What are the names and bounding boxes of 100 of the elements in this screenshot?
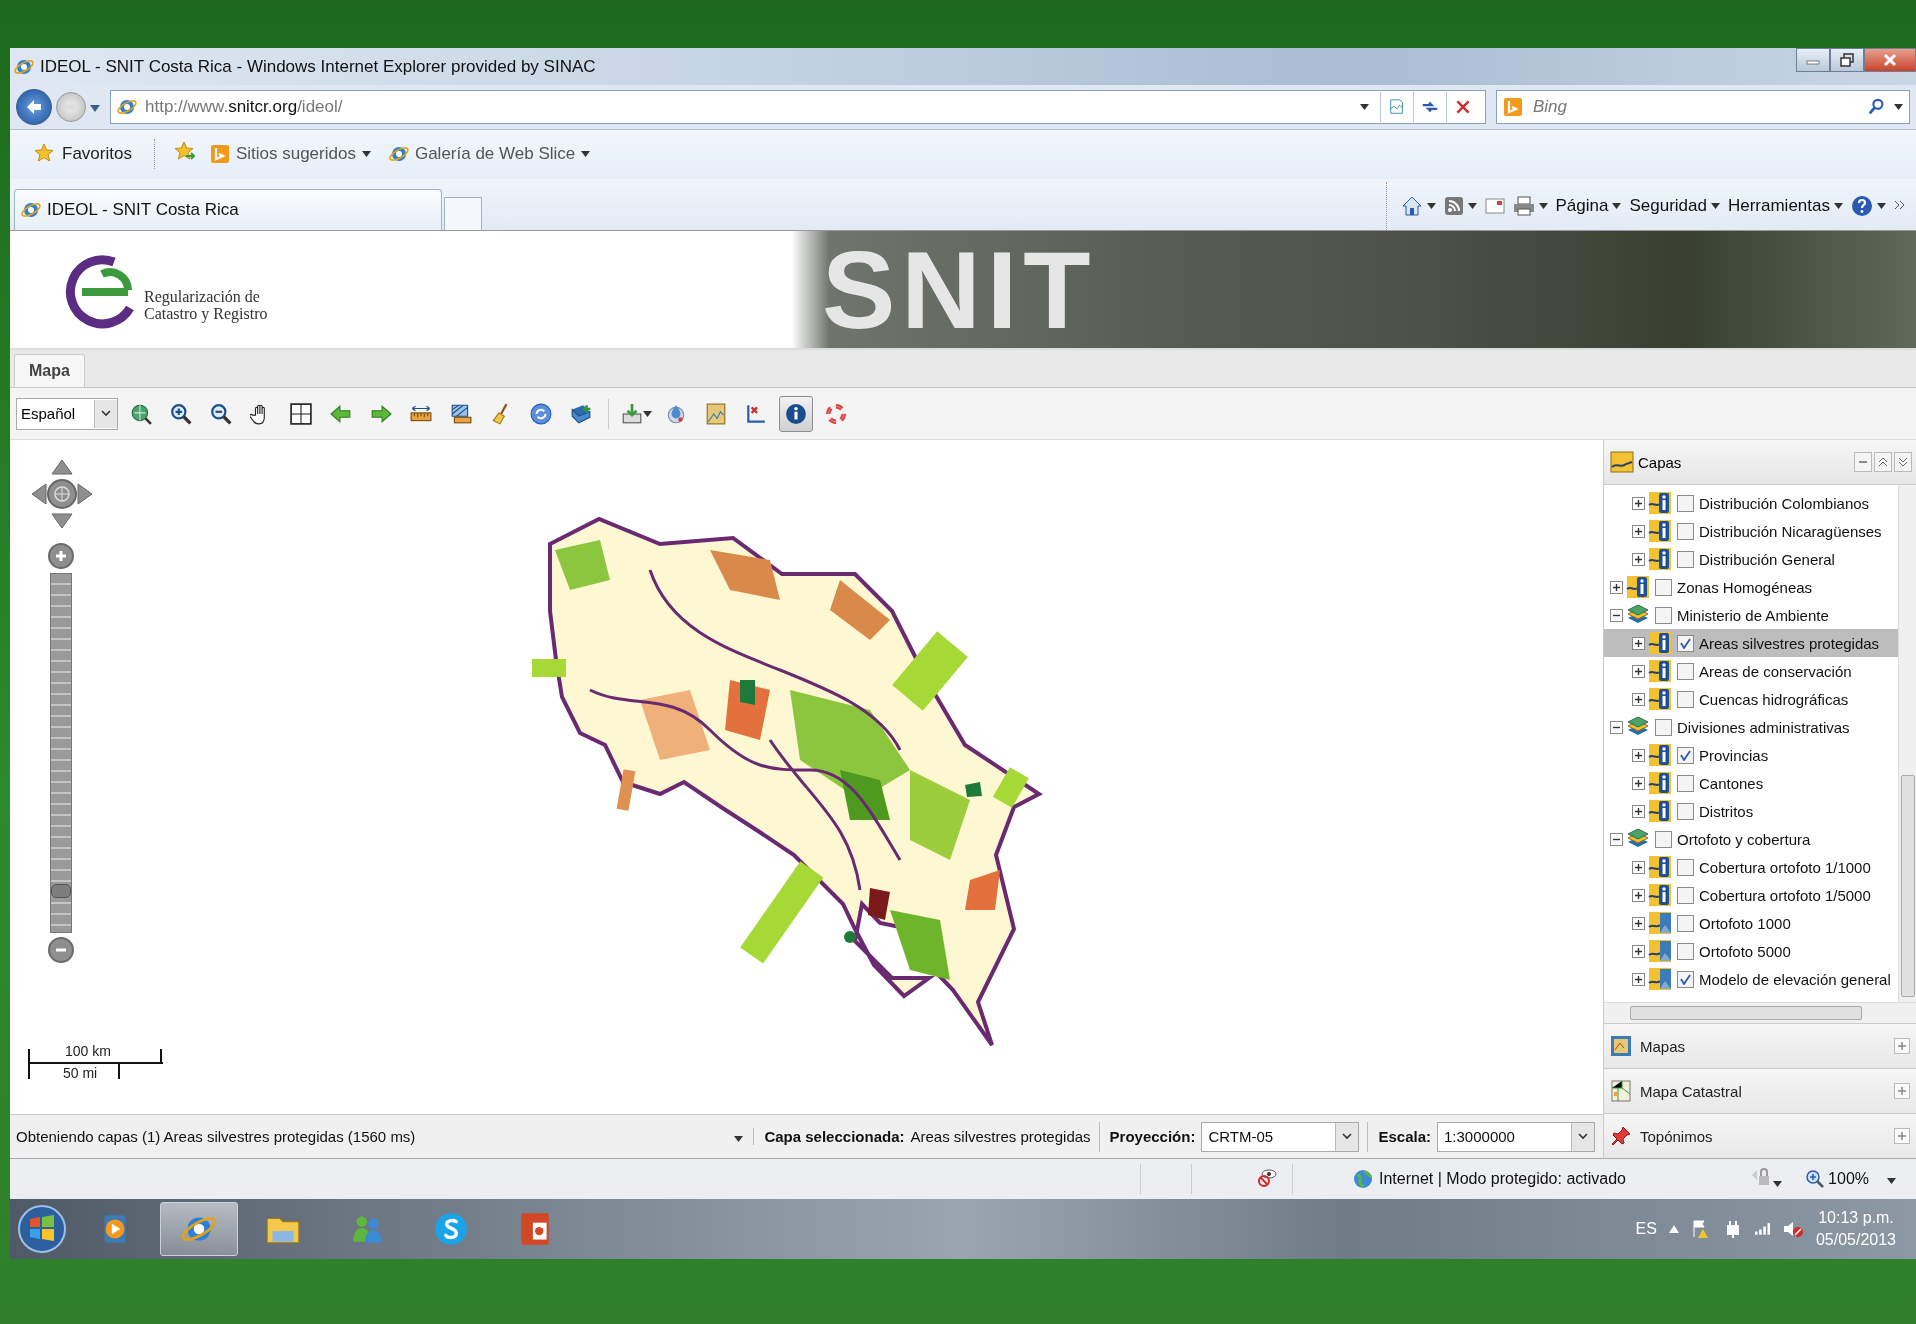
checkbox[interactable] <box>1677 662 1694 680</box>
layer-row[interactable]: Zonas Homogéneas <box>1604 573 1898 602</box>
layer-row[interactable]: Divisiones administrativas <box>1604 713 1898 742</box>
language-indicator[interactable]: ES <box>1635 1219 1657 1238</box>
tool-button[interactable] <box>779 395 813 432</box>
maximize-button[interactable] <box>1830 48 1864 72</box>
layer-row[interactable]: Ortofoto 5000 <box>1604 937 1898 966</box>
layer-row[interactable]: Ministerio de Ambiente <box>1604 601 1898 630</box>
checkbox[interactable] <box>1677 914 1694 932</box>
layer-row[interactable]: Distribución Nicaragüenses <box>1604 517 1898 546</box>
scrollbar-thumb[interactable] <box>1630 1006 1862 1021</box>
layer-row[interactable]: Ortofoto 1000 <box>1604 909 1898 938</box>
scale-select[interactable]: 1:3000000 <box>1437 1121 1595 1152</box>
expand-toggle[interactable] <box>1610 580 1623 594</box>
expand-toggle[interactable] <box>1632 524 1645 538</box>
checkbox[interactable] <box>1677 886 1694 904</box>
checkbox[interactable] <box>1677 858 1694 876</box>
expand-toggle[interactable] <box>1632 776 1645 790</box>
checkbox[interactable] <box>1677 690 1694 708</box>
collapse-button[interactable] <box>1854 452 1872 473</box>
expand-toggle[interactable] <box>1632 944 1645 958</box>
layer-row[interactable]: Distribución General <box>1604 545 1898 574</box>
zoom-out-button[interactable] <box>48 937 74 964</box>
checkbox[interactable] <box>1655 830 1672 848</box>
zoom-slider-thumb[interactable] <box>51 884 71 899</box>
move-up-button[interactable] <box>1874 452 1892 473</box>
help-button[interactable] <box>1851 195 1886 218</box>
checkbox[interactable] <box>1655 578 1672 596</box>
layer-row[interactable]: Distritos <box>1604 797 1898 826</box>
expand-toggle[interactable] <box>1632 496 1645 510</box>
accordion-header[interactable]: Topónimos <box>1604 1113 1916 1159</box>
projection-select[interactable]: CRTM-05 <box>1201 1121 1360 1152</box>
checkbox[interactable] <box>1677 774 1694 792</box>
layer-row[interactable]: Distribución Colombianos <box>1604 489 1898 518</box>
browser-tab[interactable]: IDEOL - SNIT Costa Rica <box>14 189 442 231</box>
feeds-button[interactable] <box>1443 196 1477 217</box>
checkbox[interactable] <box>1655 718 1672 736</box>
checkbox[interactable] <box>1677 550 1694 568</box>
expand-toggle[interactable] <box>1610 832 1623 846</box>
back-button[interactable] <box>16 89 52 126</box>
checkbox[interactable] <box>1677 494 1694 512</box>
new-tab-button[interactable] <box>444 197 482 231</box>
security-zone[interactable]: Internet | Modo protegido: activado <box>1343 1169 1626 1190</box>
move-down-button[interactable] <box>1894 452 1912 473</box>
expand-toggle[interactable] <box>1632 664 1645 678</box>
layer-row[interactable]: Ortofoto y cobertura <box>1604 825 1898 854</box>
vertical-scrollbar[interactable] <box>1898 485 1916 1003</box>
expand-toggle[interactable] <box>1632 972 1645 986</box>
close-button[interactable] <box>1864 48 1916 72</box>
layer-label: Ministerio de Ambiente <box>1677 606 1829 624</box>
expand-toggle[interactable] <box>1632 916 1645 930</box>
layer-row[interactable]: Modelo de elevación general <box>1604 965 1898 994</box>
expand-toggle[interactable] <box>1632 552 1645 566</box>
layer-row[interactable]: Cuencas hidrográficas <box>1604 685 1898 714</box>
layer-row[interactable]: Areas de conservación <box>1604 657 1898 686</box>
layer-row[interactable]: Cantones <box>1604 769 1898 798</box>
command-menu[interactable]: Herramientas <box>1727 196 1843 217</box>
favorites-link[interactable]: Galería de Web Slice <box>384 142 595 167</box>
checkbox[interactable] <box>1677 746 1694 764</box>
mail-button[interactable] <box>1484 198 1505 215</box>
checkbox[interactable] <box>1677 634 1694 652</box>
checkbox[interactable] <box>1655 606 1672 624</box>
home-button[interactable] <box>1400 195 1436 218</box>
command-menu[interactable]: Seguridad <box>1629 196 1720 217</box>
zoom-in-button[interactable] <box>48 543 74 570</box>
expand-toggle[interactable] <box>1632 692 1645 706</box>
layer-row[interactable]: Provincias <box>1604 741 1898 770</box>
command-menu[interactable]: Página <box>1555 196 1622 217</box>
expand-toggle[interactable] <box>1632 804 1645 818</box>
horizontal-scrollbar[interactable] <box>1604 1002 1916 1024</box>
expand-toggle[interactable] <box>1610 608 1623 622</box>
layer-row[interactable]: Cobertura ortofoto 1/1000 <box>1604 853 1898 882</box>
favorites-link[interactable]: Sitios sugeridos <box>205 142 375 167</box>
language-select[interactable]: Español <box>16 397 118 430</box>
taskbar-app[interactable] <box>160 1201 238 1256</box>
zoom-slider[interactable] <box>50 573 72 934</box>
layer-row[interactable]: Cobertura ortofoto 1/5000 <box>1604 881 1898 910</box>
layer-row[interactable]: Areas silvestres protegidas <box>1604 629 1898 658</box>
search-field[interactable]: Bing <box>1496 90 1910 125</box>
print-button[interactable] <box>1512 195 1548 218</box>
accordion-header[interactable]: Mapa Catastral <box>1604 1068 1916 1114</box>
minimize-button[interactable] <box>1796 48 1830 72</box>
favorites-button[interactable]: Favoritos <box>30 141 136 168</box>
expand-toggle[interactable] <box>1632 860 1645 874</box>
zoom-level-button[interactable]: 100% <box>1806 1170 1896 1189</box>
expand-toggle[interactable] <box>1632 748 1645 762</box>
plus-icon <box>55 550 67 563</box>
checkbox[interactable] <box>1677 942 1694 960</box>
pan-control[interactable] <box>32 458 92 531</box>
address-field[interactable]: http://www.snitcr.org/ideol/ <box>110 90 1486 125</box>
checkbox[interactable] <box>1677 522 1694 540</box>
search-input[interactable]: Bing <box>1531 96 1860 119</box>
map-tab[interactable]: Mapa <box>14 354 85 388</box>
checkbox[interactable] <box>1677 802 1694 820</box>
expand-toggle[interactable] <box>1610 720 1623 734</box>
expand-toggle[interactable] <box>1632 888 1645 902</box>
accordion-header[interactable]: Mapas <box>1604 1023 1916 1069</box>
checkbox[interactable] <box>1677 970 1694 988</box>
scrollbar-thumb[interactable] <box>1901 775 1915 998</box>
expand-toggle[interactable] <box>1632 636 1645 650</box>
